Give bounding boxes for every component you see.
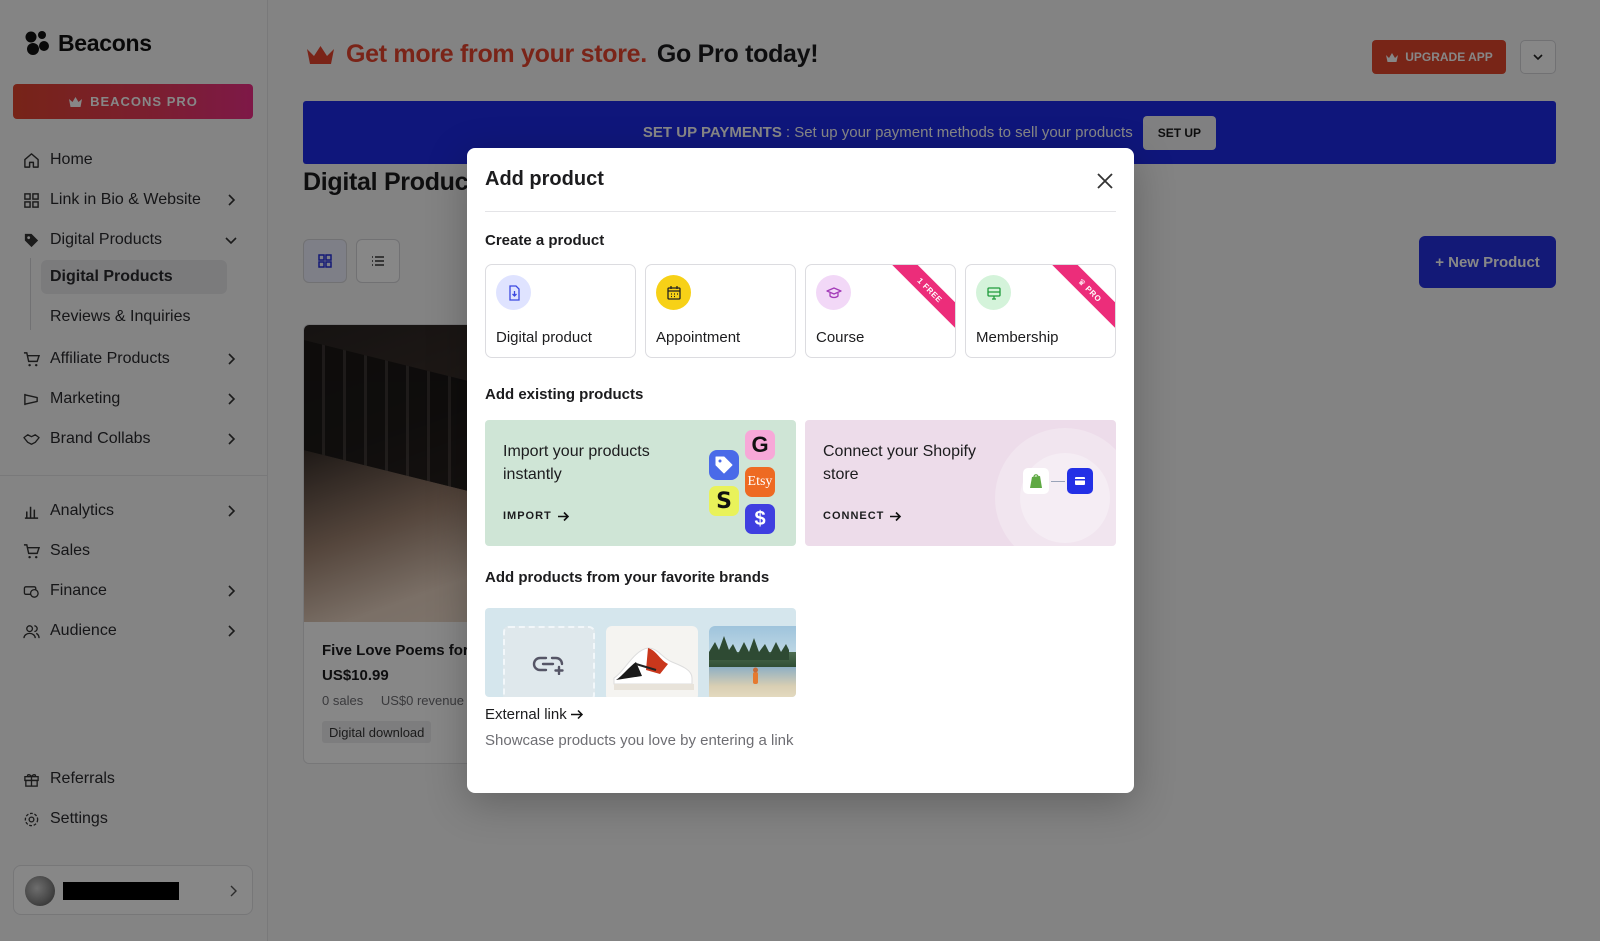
appointment-card[interactable]: Appointment: [645, 264, 796, 358]
connector-line: [1051, 481, 1065, 482]
import-label: IMPORT: [503, 510, 552, 522]
digital-product-card[interactable]: Digital product: [485, 264, 636, 358]
digital-file-icon: [496, 275, 531, 310]
external-link-label: External link: [485, 706, 567, 723]
connect-shopify-card[interactable]: Connect your Shopify store CONNECT: [805, 420, 1116, 546]
arrow-right-icon: [557, 511, 569, 521]
pro-ribbon: ♛ PRO: [1045, 265, 1115, 335]
import-link[interactable]: IMPORT: [503, 510, 570, 522]
graduation-cap-icon: [816, 275, 851, 310]
close-icon: [1097, 173, 1113, 189]
gumroad-app-icon: G: [745, 430, 775, 460]
modal-divider: [485, 211, 1116, 212]
course-card[interactable]: Course 1 FREE: [805, 264, 956, 358]
link-plus-tile: [503, 626, 595, 697]
payment-app-icon: $: [745, 504, 775, 534]
connect-text: Connect your Shopify store: [823, 443, 976, 483]
beacons-store-icon: [1067, 468, 1093, 494]
decorative-halo-inner: [1020, 453, 1110, 543]
connect-label: CONNECT: [823, 510, 885, 522]
link-plus-icon: [532, 656, 564, 675]
price-tag-app-icon: [709, 450, 739, 480]
modal-title: Add product: [485, 168, 604, 190]
type-card-label: Appointment: [656, 329, 741, 346]
sneaker-image: [606, 626, 698, 697]
existing-products-heading: Add existing products: [485, 386, 644, 403]
lake-image: [709, 626, 796, 697]
close-modal-button[interactable]: [1094, 170, 1116, 192]
free-ribbon-text: 1 FREE: [885, 265, 955, 335]
pro-ribbon-text: ♛ PRO: [1045, 265, 1115, 335]
add-product-modal: Add product Create a product Digital pro…: [467, 148, 1134, 793]
arrow-right-icon: [570, 709, 583, 720]
connect-link[interactable]: CONNECT: [823, 510, 902, 522]
etsy-app-icon: Etsy: [745, 467, 775, 497]
external-link-description: Showcase products you love by entering a…: [485, 732, 794, 749]
import-products-card[interactable]: Import your products instantly IMPORT G …: [485, 420, 796, 546]
create-product-heading: Create a product: [485, 232, 605, 249]
arrow-right-icon: [890, 511, 902, 521]
membership-card[interactable]: Membership ♛ PRO: [965, 264, 1116, 358]
brands-heading: Add products from your favorite brands: [485, 569, 770, 586]
external-link-preview[interactable]: [485, 608, 796, 697]
calendar-icon: [656, 275, 691, 310]
external-link-title[interactable]: External link: [485, 706, 584, 723]
type-card-label: Digital product: [496, 329, 592, 346]
shopify-icon: [1023, 468, 1049, 494]
free-ribbon: 1 FREE: [885, 265, 955, 335]
stan-app-icon: S: [709, 486, 739, 516]
import-text: Import your products instantly: [503, 443, 650, 483]
type-card-label: Course: [816, 329, 865, 346]
monitor-icon: [976, 275, 1011, 310]
